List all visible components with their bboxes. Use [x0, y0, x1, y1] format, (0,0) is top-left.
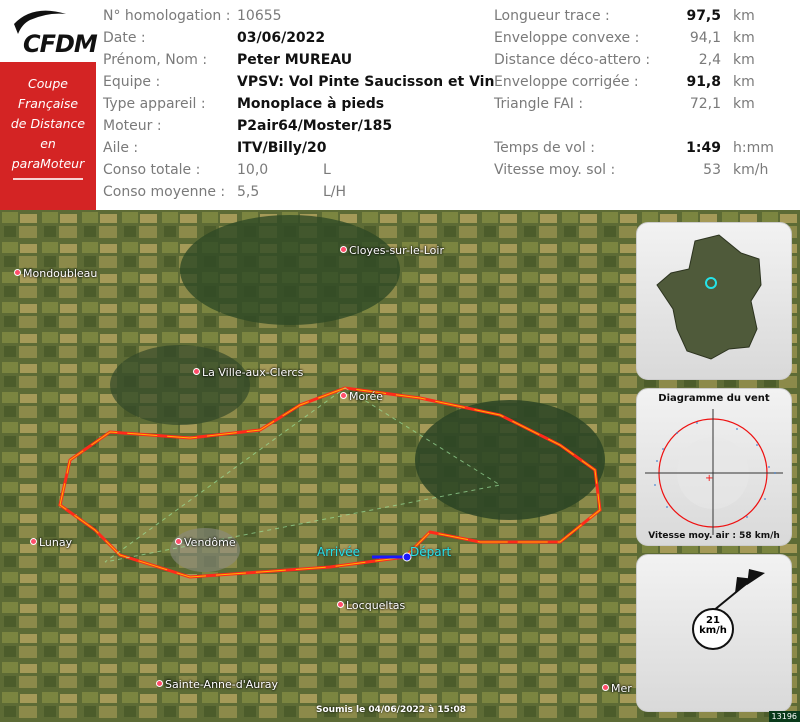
logo-text: CFDM — [23, 30, 98, 58]
time-label: Temps de vol : — [494, 140, 595, 156]
deco-unit: km — [733, 52, 755, 68]
time-unit: h:mm — [733, 140, 774, 156]
conso-total-label: Conso totale : — [103, 162, 201, 178]
aircraft-label: Type appareil : — [103, 96, 206, 112]
engine-label: Moteur : — [103, 118, 162, 134]
town-marker-icon — [340, 246, 347, 253]
corr-value: 91,8 — [686, 74, 721, 90]
town-label: Morée — [340, 390, 383, 403]
france-minimap-panel — [636, 222, 792, 380]
banner-line: en — [40, 136, 56, 151]
town-marker-icon — [602, 684, 609, 691]
france-map-icon — [656, 234, 762, 360]
wind-diagram-panel: Diagramme du vent + Vitesse moy. air : 5… — [636, 388, 792, 546]
wing-value: ITV/Billy/20 — [237, 140, 327, 156]
banner-line: Française — [17, 96, 79, 111]
speed-unit: km/h — [733, 162, 769, 178]
homologation-value: 10655 — [237, 8, 282, 24]
banner-line: Coupe — [28, 76, 68, 91]
wind-speed-unit: km/h — [699, 625, 727, 636]
town-label: Mer — [602, 682, 632, 695]
banner-divider — [13, 178, 83, 180]
image-id: 13196 — [768, 711, 800, 722]
conso-avg-value: 5,5 — [237, 184, 260, 200]
time-value: 1:49 — [686, 140, 721, 156]
engine-value: P2air64/Moster/185 — [237, 118, 393, 134]
satellite-map[interactable]: Cloyes-sur-le-Loir Mondoubleau La Ville-… — [0, 210, 800, 722]
submitted-footer: Soumis le 04/06/2022 à 15:08 — [316, 705, 467, 715]
town-label: Mondoubleau — [14, 267, 97, 280]
town-label: La Ville-aux-Clercs — [193, 366, 303, 379]
town-marker-icon — [30, 538, 37, 545]
town-label: Cloyes-sur-le-Loir — [340, 244, 444, 257]
coupe-banner: Coupe Française de Distance en paraMoteu… — [0, 62, 96, 210]
date-value: 03/06/2022 — [237, 30, 326, 46]
header: CFDM Coupe Française de Distance en para… — [0, 0, 800, 210]
town-label: Lunay — [30, 536, 72, 549]
departure-label: Départ — [410, 545, 452, 559]
wind-diagram-chart: + — [645, 409, 783, 535]
corr-label: Enveloppe corrigée : — [494, 74, 639, 90]
name-label: Prénom, Nom : — [103, 52, 208, 68]
speed-value: 53 — [703, 162, 721, 178]
name-value: Peter MUREAU — [237, 52, 353, 68]
deco-value: 2,4 — [698, 52, 721, 68]
fai-unit: km — [733, 96, 755, 112]
banner-line: de Distance — [10, 116, 86, 131]
town-marker-icon — [193, 368, 200, 375]
conso-avg-unit: L/H — [323, 184, 347, 200]
wind-gauge-panel: 21 km/h — [636, 554, 792, 712]
date-label: Date : — [103, 30, 146, 46]
track-unit: km — [733, 8, 755, 24]
town-marker-icon — [156, 680, 163, 687]
town-label: Locqueltas — [337, 599, 405, 612]
wind-diagram-footer: Vitesse moy. air : 58 km/h — [648, 531, 780, 541]
arrival-label: Arrivée — [317, 545, 361, 559]
conso-total-unit: L — [323, 162, 331, 178]
banner-line: paraMoteur — [11, 156, 85, 171]
town-label: Vendôme — [175, 536, 236, 549]
hull-label: Enveloppe convexe : — [494, 30, 640, 46]
hull-value: 94,1 — [689, 30, 721, 46]
town-marker-icon — [175, 538, 182, 545]
homologation-label: N° homologation : — [103, 8, 231, 24]
track-value: 97,5 — [686, 8, 721, 24]
fai-label: Triangle FAI : — [494, 96, 584, 112]
speed-label: Vitesse moy. sol : — [494, 162, 616, 178]
town-marker-icon — [337, 601, 344, 608]
hull-unit: km — [733, 30, 755, 46]
wind-speed: 21 km/h — [693, 616, 733, 636]
conso-total-value: 10,0 — [237, 162, 269, 178]
wing-label: Aile : — [103, 140, 139, 156]
town-marker-icon — [340, 392, 347, 399]
town-marker-icon — [14, 269, 21, 276]
corr-unit: km — [733, 74, 755, 90]
deco-label: Distance déco-attero : — [494, 52, 651, 68]
track-label: Longueur trace : — [494, 8, 610, 24]
town-label: Sainte-Anne-d'Auray — [156, 678, 278, 691]
conso-avg-label: Conso moyenne : — [103, 184, 226, 200]
svg-text:+: + — [705, 473, 713, 484]
fai-value: 72,1 — [689, 96, 721, 112]
team-value: VPSV: Vol Pinte Saucisson et Vin — [237, 74, 495, 90]
team-label: Equipe : — [103, 74, 161, 90]
aircraft-value: Monoplace à pieds — [237, 96, 385, 112]
